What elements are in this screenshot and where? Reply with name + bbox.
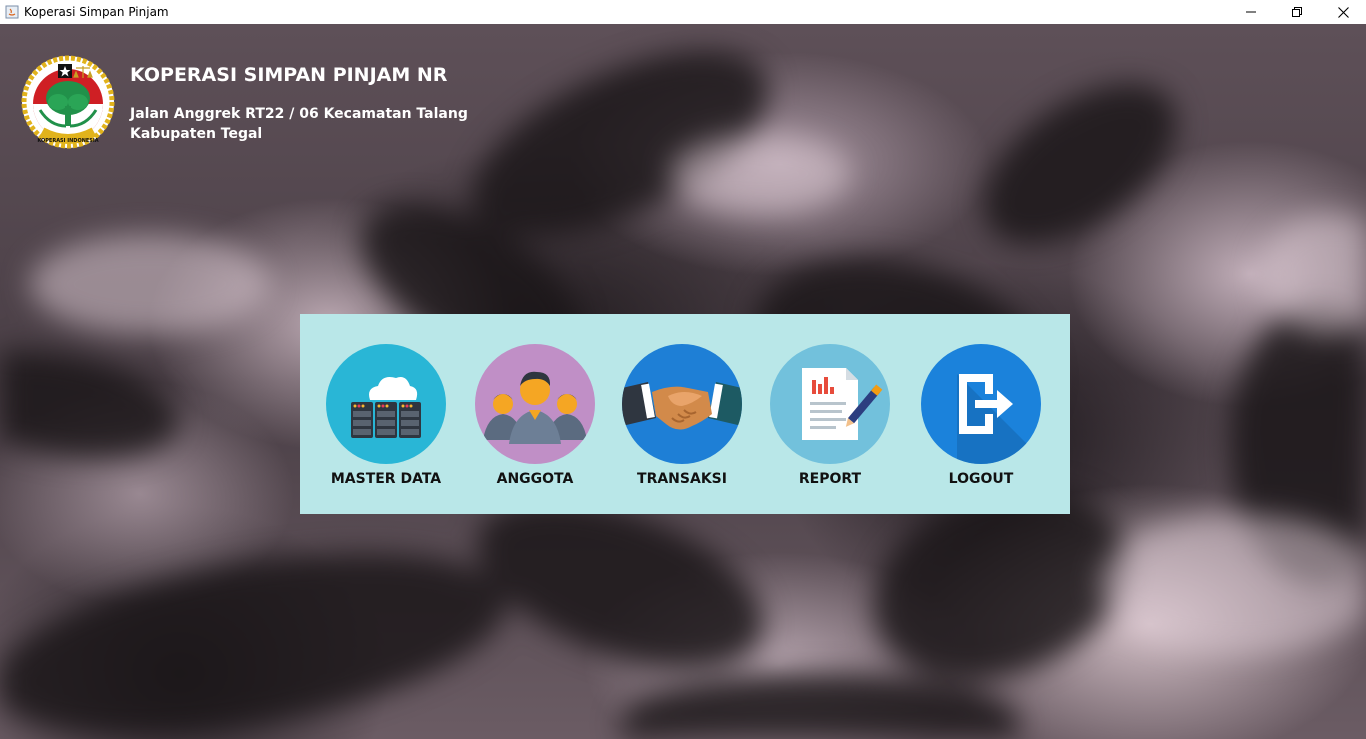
logout-label: LOGOUT [948, 471, 1014, 487]
logout-button[interactable]: LOGOUT [906, 344, 1056, 494]
report-label: REPORT [798, 471, 862, 487]
koperasi-logo: KOPERASI INDONESIA [20, 54, 116, 150]
server-cloud-icon [326, 344, 446, 464]
transaksi-button[interactable]: TRANSAKSI [607, 344, 757, 494]
transaksi-label: TRANSAKSI [637, 471, 727, 487]
title-bar: Koperasi Simpan Pinjam [0, 0, 1366, 24]
master-data-label: MASTER DATA [330, 471, 442, 487]
close-icon [1337, 6, 1349, 18]
main-menu-panel: MASTER DATA ANGGOTA TRANSAKSI REPORT LOG… [300, 314, 1070, 514]
window-title: Koperasi Simpan Pinjam [24, 5, 169, 19]
restore-icon [1292, 7, 1302, 17]
report-button[interactable]: REPORT [755, 344, 905, 494]
anggota-label: ANGGOTA [496, 471, 574, 487]
minimize-icon [1246, 11, 1256, 13]
master-data-button[interactable]: MASTER DATA [311, 344, 461, 494]
logout-exit-icon [921, 344, 1041, 464]
restore-button[interactable] [1274, 0, 1320, 24]
java-app-icon [5, 5, 19, 19]
anggota-button[interactable]: ANGGOTA [460, 344, 610, 494]
people-group-icon [475, 344, 595, 464]
cooperative-name: KOPERASI SIMPAN PINJAM NR [130, 64, 448, 86]
report-document-icon [770, 344, 890, 464]
address-line-2: Kabupaten Tegal [130, 126, 263, 142]
minimize-button[interactable] [1228, 0, 1274, 24]
address-line-1: Jalan Anggrek RT22 / 06 Kecamatan Talang [130, 106, 468, 122]
handshake-icon [622, 344, 742, 464]
close-button[interactable] [1320, 0, 1366, 24]
cooperative-address: Jalan Anggrek RT22 / 06 Kecamatan Talang… [130, 104, 468, 144]
svg-text:KOPERASI INDONESIA: KOPERASI INDONESIA [37, 138, 98, 144]
